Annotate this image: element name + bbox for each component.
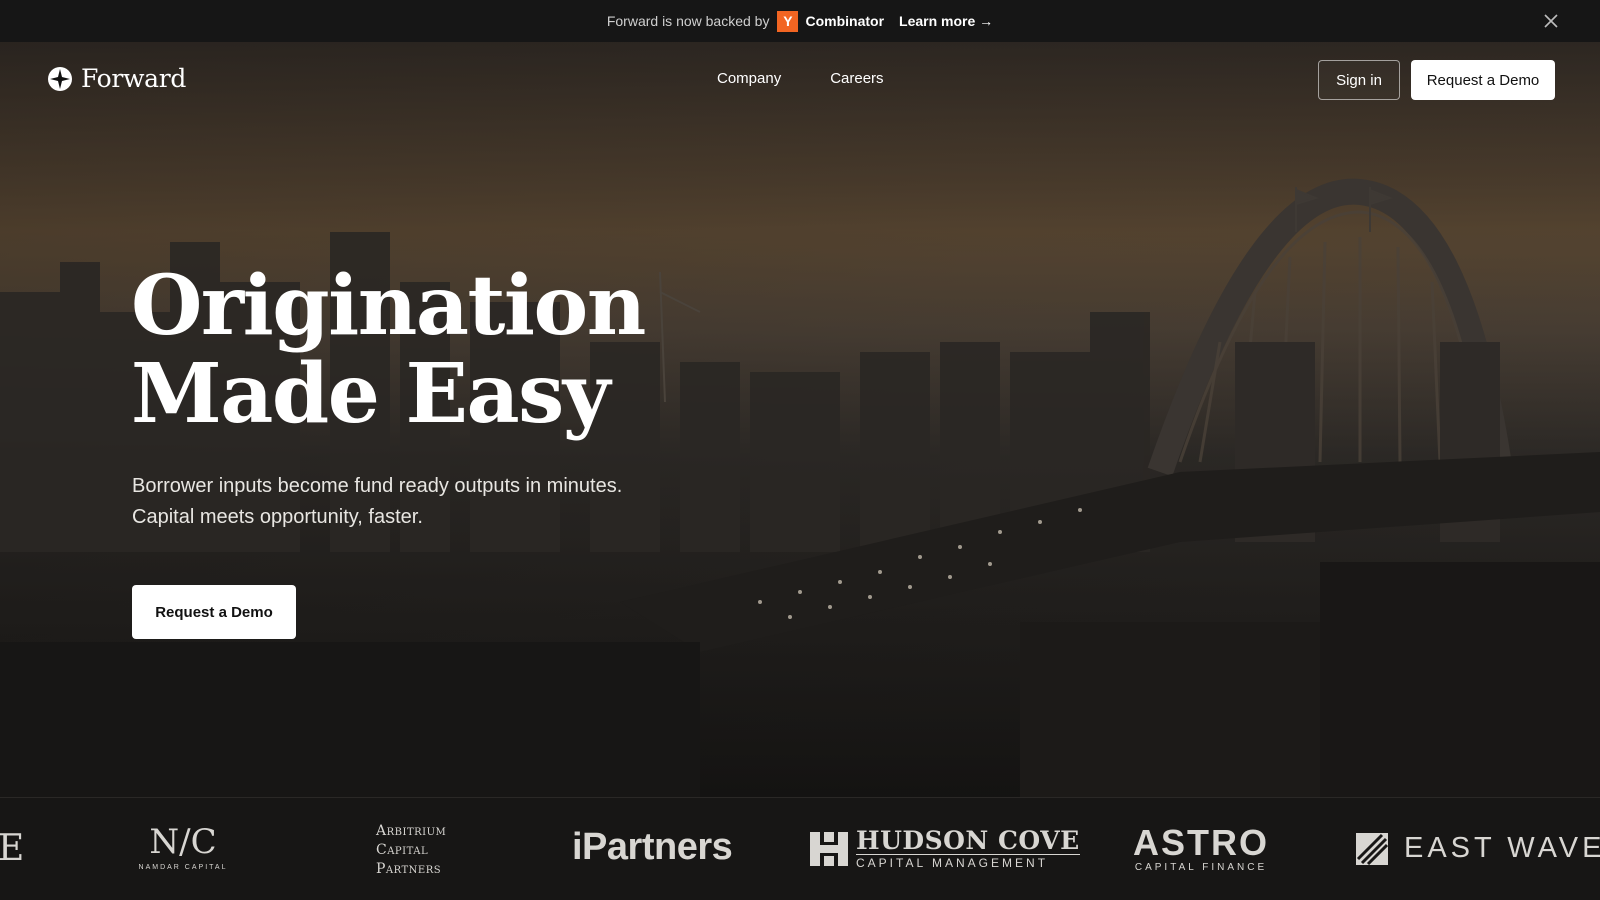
headline-line-2: Made Easy [131,346,610,442]
announcement-bar: Forward is now backed by Y Combinator Le… [0,0,1600,42]
subtitle-line-2: Capital meets opportunity, faster. [132,506,423,528]
partner-logo-strip: E N/C NAMDAR CAPITAL Arbitrium Capital P… [0,797,1600,900]
top-nav: Forward Company Careers Sign in Request … [0,42,1600,118]
compass-star-icon [48,66,72,91]
hero-subtitle: Borrower inputs become fund ready output… [132,471,622,533]
east-wave-mark-icon [1356,832,1388,865]
subtitle-line-1: Borrower inputs become fund ready output… [132,475,623,497]
arbitrium-line-3: Partners [376,861,442,877]
announcement-text: Forward is now backed by [606,13,770,29]
partial-partner-logo: E [0,828,25,869]
namdar-capital-logo: N/C NAMDAR CAPITAL [135,822,231,871]
hudson-line-1: HUDSON COVE [856,826,1080,855]
nav-link-careers[interactable]: Careers [830,70,883,87]
arbitrium-capital-partners-logo: Arbitrium Capital Partners [376,822,446,879]
hero-headline: Origination Made Easy [131,258,646,442]
hero-request-demo-button[interactable]: Request a Demo [132,585,296,639]
yc-name: Combinator [805,13,885,29]
hudson-line-2: CAPITAL MANAGEMENT [856,854,1080,870]
astro-line-2: CAPITAL FINANCE [1134,862,1268,873]
astro-line-1: ASTRO [1133,822,1269,863]
learn-more-link[interactable]: Learn more → [899,13,993,29]
ipartners-logo: iPartners [572,826,733,868]
east-wave-logo: EAST WAVE F [1356,832,1600,865]
brand-logo[interactable]: Forward [47,64,186,93]
headline-line-1: Origination [131,258,646,354]
east-wave-text: EAST WAVE F [1404,832,1600,864]
sign-in-button[interactable]: Sign in [1318,60,1400,100]
close-icon[interactable] [1542,12,1560,30]
yc-logo-icon: Y [777,10,799,32]
arbitrium-line-1: Arbitrium [376,823,447,839]
nav-request-demo-button[interactable]: Request a Demo [1411,60,1555,100]
namdar-text: NAMDAR CAPITAL [138,864,228,871]
brand-name: Forward [81,64,187,93]
astro-capital-finance-logo: ASTRO CAPITAL FINANCE [1133,822,1269,874]
arbitrium-line-2: Capital [376,842,429,858]
nav-links: Company Careers [717,70,884,87]
namdar-mark: N/C [149,822,217,862]
hudson-cove-logo: HUDSON COVE CAPITAL MANAGEMENT [810,828,1080,870]
hudson-cove-mark-icon [810,832,848,866]
nav-link-company[interactable]: Company [717,70,781,87]
